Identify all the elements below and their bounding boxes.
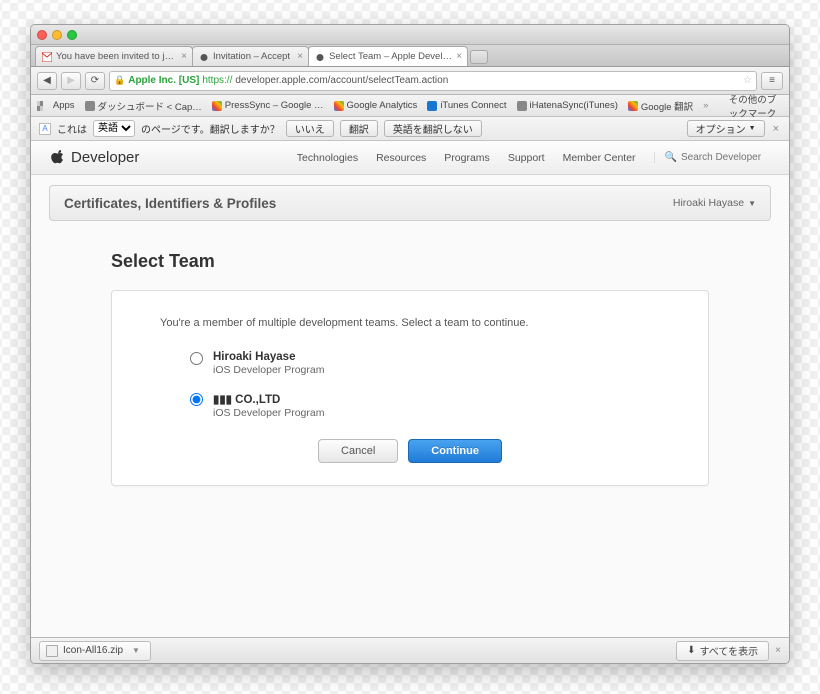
google-icon <box>628 101 638 111</box>
reload-button[interactable]: ⟳ <box>85 72 105 90</box>
minimize-window-button[interactable] <box>52 30 62 40</box>
tab-strip: You have been invited to j… × Invitation… <box>31 45 789 67</box>
search-input[interactable] <box>681 152 771 163</box>
lock-icon: 🔒 <box>114 75 125 86</box>
new-tab-button[interactable] <box>470 50 488 64</box>
translate-icon: A <box>39 123 51 135</box>
continue-button[interactable]: Continue <box>408 439 502 463</box>
window-titlebar <box>31 25 789 45</box>
browser-toolbar: ◀ ▶ ⟳ 🔒 Apple Inc. [US] https://develope… <box>31 67 789 95</box>
nav-member-center[interactable]: Member Center <box>563 152 636 164</box>
chevron-down-icon: ▼ <box>748 199 756 208</box>
team-option[interactable]: Hiroaki Hayase iOS Developer Program <box>190 351 660 376</box>
close-download-bar-button[interactable]: × <box>775 645 781 656</box>
forward-button[interactable]: ▶ <box>61 72 81 90</box>
section-header: Certificates, Identifiers & Profiles Hir… <box>49 185 771 221</box>
url-organization: Apple Inc. [US] <box>128 75 199 86</box>
bookmark-item[interactable]: Google Analytics <box>334 100 418 111</box>
nav-technologies[interactable]: Technologies <box>297 152 358 164</box>
translate-never-button[interactable]: 英語を翻訳しない <box>384 120 482 137</box>
team-radio[interactable] <box>190 393 203 406</box>
zoom-window-button[interactable] <box>67 30 77 40</box>
team-program: iOS Developer Program <box>213 364 324 376</box>
download-item[interactable]: Icon-All16.zip ▼ <box>39 641 151 661</box>
zip-file-icon <box>46 645 58 657</box>
browser-tab[interactable]: Select Team – Apple Devel… × <box>308 46 468 66</box>
tab-label: You have been invited to j… <box>56 51 174 62</box>
close-translate-bar-button[interactable]: × <box>771 123 781 135</box>
show-all-downloads-button[interactable]: ⬇ すべてを表示 <box>676 641 769 661</box>
browser-window: You have been invited to j… × Invitation… <box>30 24 790 664</box>
close-tab-icon[interactable]: × <box>456 51 462 62</box>
bookmark-item[interactable]: iHatenaSync(iTunes) <box>517 100 618 111</box>
team-name: ▮▮▮ CO.,LTD <box>213 392 324 406</box>
address-bar[interactable]: 🔒 Apple Inc. [US] https://developer.appl… <box>109 71 757 91</box>
tab-label: Invitation – Accept <box>213 51 290 62</box>
bookmark-item[interactable]: Google 翻訳 <box>628 99 693 113</box>
bookmark-item[interactable]: ダッシュボード < Cap… <box>85 99 202 113</box>
translate-suffix: のページです。翻訳しますか？ <box>141 121 280 136</box>
team-option[interactable]: ▮▮▮ CO.,LTD iOS Developer Program <box>190 392 660 419</box>
tab-label: Select Team – Apple Devel… <box>329 51 452 62</box>
apps-label[interactable]: Apps <box>53 100 75 111</box>
translate-prefix: これは <box>57 121 87 136</box>
header-search: 🔍 <box>654 152 771 163</box>
page-heading: Select Team <box>111 251 709 272</box>
browser-tab[interactable]: You have been invited to j… × <box>35 46 193 66</box>
translate-yes-button[interactable]: 翻訳 <box>340 120 378 137</box>
chevron-down-icon[interactable]: ▼ <box>132 646 140 655</box>
developer-header: Developer Technologies Resources Program… <box>31 141 789 175</box>
search-icon: 🔍 <box>665 152 677 163</box>
translate-options-button[interactable]: オプション ▼ <box>687 120 765 137</box>
developer-nav: Technologies Resources Programs Support … <box>297 152 771 164</box>
team-program: iOS Developer Program <box>213 407 324 419</box>
apple-icon <box>315 52 325 62</box>
close-window-button[interactable] <box>37 30 47 40</box>
chrome-menu-button[interactable]: ≡ <box>761 72 783 90</box>
translate-no-button[interactable]: いいえ <box>286 120 334 137</box>
user-name: Hiroaki Hayase <box>673 197 744 209</box>
section-title: Certificates, Identifiers & Profiles <box>64 196 276 211</box>
select-team-prompt: You're a member of multiple development … <box>160 317 660 329</box>
itunes-icon <box>427 101 437 111</box>
team-name: Hiroaki Hayase <box>213 351 324 363</box>
page-content: Developer Technologies Resources Program… <box>31 141 789 637</box>
user-menu[interactable]: Hiroaki Hayase ▼ <box>673 197 756 209</box>
browser-tab[interactable]: Invitation – Accept × <box>192 46 309 66</box>
url-protocol: https:// <box>202 75 232 86</box>
nav-programs[interactable]: Programs <box>444 152 490 164</box>
bookmark-item[interactable]: iTunes Connect <box>427 100 506 111</box>
google-icon <box>334 101 344 111</box>
download-bar: Icon-All16.zip ▼ ⬇ すべてを表示 × <box>31 637 789 663</box>
gmail-icon <box>42 52 52 62</box>
download-filename: Icon-All16.zip <box>63 645 123 656</box>
download-arrow-icon: ⬇ <box>687 645 695 656</box>
panel-actions: Cancel Continue <box>160 439 660 463</box>
nav-support[interactable]: Support <box>508 152 545 164</box>
translate-bar: A これは 英語 のページです。翻訳しますか？ いいえ 翻訳 英語を翻訳しない … <box>31 117 789 141</box>
apple-logo-icon <box>49 150 63 166</box>
cancel-button[interactable]: Cancel <box>318 439 398 463</box>
apps-icon[interactable] <box>37 101 43 111</box>
select-team-panel: You're a member of multiple development … <box>111 290 709 486</box>
translate-language-select[interactable]: 英語 <box>93 120 135 137</box>
other-bookmarks[interactable]: その他のブックマーク <box>718 92 783 120</box>
bookmark-star-icon[interactable]: ☆ <box>743 75 752 86</box>
nav-resources[interactable]: Resources <box>376 152 426 164</box>
folder-icon <box>718 101 724 110</box>
url-path: developer.apple.com/account/selectTeam.a… <box>235 75 448 86</box>
bookmark-bar: Apps ダッシュボード < Cap… PressSync – Google …… <box>31 95 789 117</box>
bookmark-item[interactable]: PressSync – Google … <box>212 100 324 111</box>
back-button[interactable]: ◀ <box>37 72 57 90</box>
developer-brand: Developer <box>71 149 139 166</box>
apple-icon <box>199 52 209 62</box>
google-icon <box>212 101 222 111</box>
main-panel-area: Select Team You're a member of multiple … <box>31 221 789 546</box>
close-tab-icon[interactable]: × <box>181 51 187 62</box>
team-radio[interactable] <box>190 352 203 365</box>
close-tab-icon[interactable]: × <box>297 51 303 62</box>
